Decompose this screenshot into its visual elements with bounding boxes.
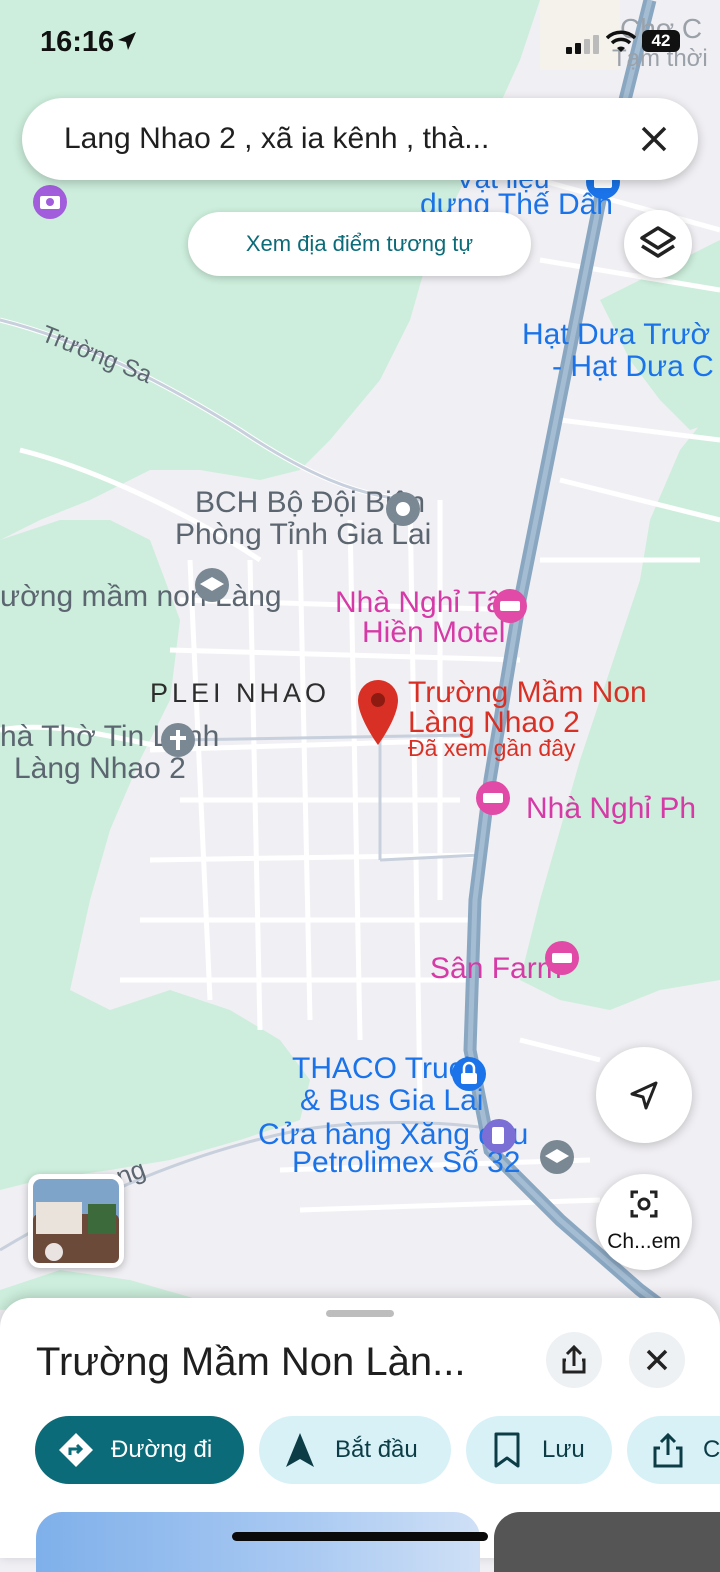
map-label-plei-nhao: PLEI NHAO [150,678,330,708]
navigation-arrow-icon [630,1081,658,1110]
sheet-drag-handle[interactable] [326,1310,394,1317]
search-bar[interactable]: Lang Nhao 2 , xã ia kênh , thà... [22,98,698,180]
government-poi-icon[interactable] [386,492,420,526]
place-photo[interactable] [36,1512,480,1572]
save-label: Lưu [542,1436,585,1463]
share-icon [653,1432,683,1468]
map-label-hatdua-2: - Hạt Dưa C [552,350,714,383]
map-label-pin-1: Trường Mầm Non [408,676,647,709]
map-label-nhatho-2: Làng Nhao 2 [14,752,186,785]
directions-label: Đường đi [111,1436,213,1463]
lock-poi-icon[interactable] [452,1057,486,1091]
share-button-top[interactable] [546,1332,602,1388]
clear-search-button[interactable] [634,119,674,159]
map-label-thaco-1: THACO Truck [292,1052,480,1085]
wifi-icon [606,30,636,52]
map-label-mamnon-left: ường mầm non Làng [0,580,282,613]
start-button[interactable]: Bắt đầu [259,1416,451,1484]
share-icon [562,1344,586,1374]
hotel-poi-icon-3[interactable] [545,941,579,975]
school-poi-icon-2[interactable] [540,1140,574,1174]
camera-poi-icon[interactable] [33,185,67,219]
share-button[interactable]: C [627,1416,720,1484]
save-button[interactable]: Lưu [466,1416,612,1484]
search-query[interactable]: Lang Nhao 2 , xã ia kênh , thà... [64,122,489,156]
directions-icon [59,1433,93,1467]
school-poi-icon[interactable] [195,568,229,602]
cellular-signal-icon [566,35,599,54]
lens-button[interactable]: Ch...em [596,1174,692,1270]
home-indicator[interactable] [232,1532,488,1541]
similar-places-button[interactable]: Xem địa điểm tương tự [188,212,531,276]
start-label: Bắt đầu [335,1436,418,1463]
church-poi-icon[interactable] [161,723,195,757]
street-view-thumbnail[interactable] [28,1174,124,1268]
place-photo-2[interactable] [494,1512,720,1572]
status-time: 16:16 [40,26,115,58]
camera-lens-icon [630,1190,658,1218]
map-label-nhanghi-2: Hiền Motel [362,616,505,649]
battery-icon: 42 [642,30,680,52]
place-bottom-sheet[interactable]: Trường Mầm Non Làn... Đường đi Bắt đầu L… [0,1298,720,1572]
map-label-bch-2: Phòng Tỉnh Gia Lai [175,518,431,551]
map-layers-button[interactable] [624,210,692,278]
map-label-xang-2: Petrolimex Số 32 [292,1146,520,1179]
map-label-pin-3: Đã xem gần đây [408,735,576,761]
close-icon [641,126,667,152]
bookmark-icon [494,1432,520,1468]
hotel-poi-icon[interactable] [493,589,527,623]
map-label-thaco-2: & Bus Gia Lai [300,1084,483,1117]
action-chips: Đường đi Bắt đầu Lưu C [0,1416,720,1486]
map-label-nhanghi-ph: Nhà Nghỉ Ph [526,792,696,825]
place-title: Trường Mầm Non Làn... [36,1340,466,1384]
my-location-button[interactable] [596,1047,692,1143]
directions-button[interactable]: Đường đi [35,1416,244,1484]
map-label-san-farm: Sân Farm [430,952,562,985]
close-icon [646,1349,668,1371]
share-label: C [703,1436,720,1463]
hotel-poi-icon-2[interactable] [476,781,510,815]
close-sheet-button[interactable] [629,1332,685,1388]
layers-icon [640,226,676,258]
navigation-icon [286,1433,314,1467]
status-bar: 16:16 42 [0,0,720,86]
street-view-image [33,1179,119,1263]
location-arrow-icon [118,32,136,50]
map-label-hatdua-1: Hạt Dưa Trườ [522,318,710,351]
gas-station-poi-icon[interactable] [482,1119,516,1153]
lens-label: Ch...em [607,1230,681,1253]
